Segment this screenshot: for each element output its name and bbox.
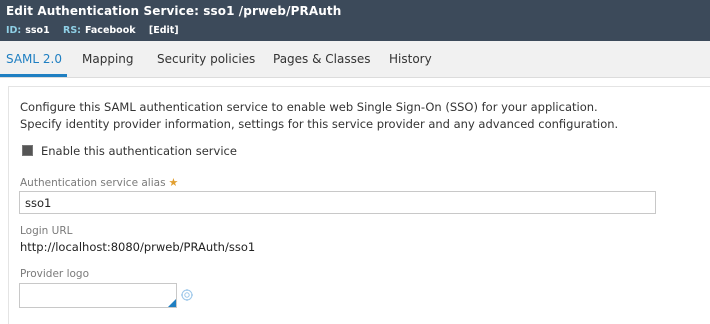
rs-key: RS:	[63, 25, 81, 36]
description-line-2: Specify identity provider information, s…	[20, 117, 619, 131]
alias-label: Authentication service alias	[20, 177, 166, 189]
content-area: Configure this SAML authentication servi…	[0, 78, 710, 324]
alias-label-row: Authentication service alias ★	[20, 176, 178, 189]
login-url-label: Login URL	[20, 225, 73, 237]
alias-input[interactable]: sso1	[19, 191, 656, 214]
enable-service-row: Enable this authentication service	[22, 144, 237, 158]
tab-mapping[interactable]: Mapping	[82, 52, 134, 66]
enable-service-label: Enable this authentication service	[41, 144, 237, 158]
edit-ruleset-link[interactable]: [Edit]	[149, 25, 179, 36]
tab-history[interactable]: History	[389, 52, 432, 66]
login-url-value: http://localhost:8080/prweb/PRAuth/sso1	[20, 240, 256, 254]
required-star-icon: ★	[168, 176, 179, 189]
rs-value: Facebook	[84, 25, 136, 36]
target-icon[interactable]	[181, 289, 193, 301]
tab-saml-2-0[interactable]: SAML 2.0	[6, 52, 62, 66]
enable-service-checkbox[interactable]	[22, 145, 33, 156]
description-line-1: Configure this SAML authentication servi…	[20, 100, 598, 114]
resize-corner-icon	[168, 299, 176, 307]
page-title: Edit Authentication Service: sso1 /prweb…	[6, 4, 342, 18]
page-header: Edit Authentication Service: sso1 /prweb…	[0, 0, 710, 41]
id-value: sso1	[25, 25, 50, 36]
provider-logo-label: Provider logo	[20, 268, 89, 280]
saml-settings-panel: Configure this SAML authentication servi…	[8, 86, 710, 324]
header-subtitle: ID: sso1 RS: Facebook [Edit]	[6, 25, 179, 36]
provider-logo-field[interactable]	[19, 283, 177, 308]
id-key: ID:	[6, 25, 22, 36]
active-tab-indicator	[0, 74, 67, 77]
tab-bar: SAML 2.0 Mapping Security policies Pages…	[0, 41, 710, 78]
tab-security-policies[interactable]: Security policies	[157, 52, 255, 66]
tab-pages-classes[interactable]: Pages & Classes	[273, 52, 371, 66]
